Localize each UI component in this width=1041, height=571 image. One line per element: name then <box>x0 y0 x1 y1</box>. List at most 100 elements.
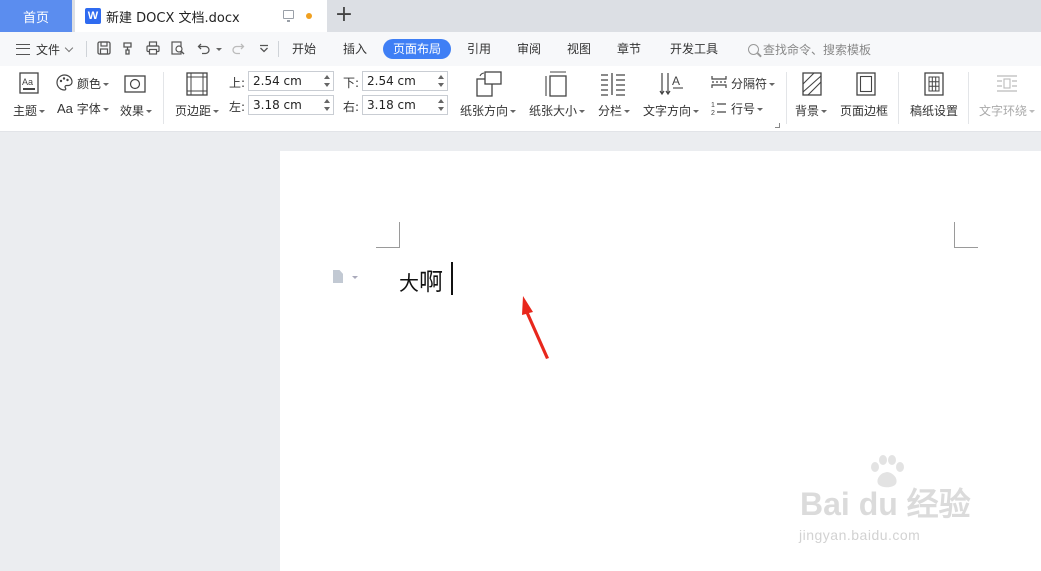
spinner-icon[interactable] <box>438 75 444 88</box>
effects-label: 效果 <box>120 104 145 118</box>
divider <box>786 72 787 124</box>
fonts-icon: Aa <box>57 101 73 116</box>
fonts-label: 字体 <box>76 102 101 116</box>
manuscript-icon[interactable] <box>924 72 944 96</box>
baidu-jingyan-watermark: Bai du 经验 jingyan.baidu.com <box>797 455 997 550</box>
dropdown-arrow-icon <box>579 110 586 113</box>
watermark-url: jingyan.baidu.com <box>799 527 921 543</box>
wps-writer-icon: W <box>85 8 101 24</box>
line-numbers-button[interactable]: 行号 <box>731 100 764 117</box>
search-placeholder: 查找命令、搜索模板 <box>763 42 872 57</box>
line-numbers-icon: 12 <box>711 102 726 116</box>
columns-icon[interactable] <box>600 72 626 96</box>
new-tab-button[interactable]: + <box>334 3 354 27</box>
text-wrap-icon <box>997 75 1017 92</box>
document-tab[interactable]: W 新建 DOCX 文档.docx <box>75 0 327 32</box>
dropdown-arrow-icon <box>510 110 517 113</box>
chevron-down-icon <box>64 43 74 52</box>
home-tab[interactable]: 首页 <box>0 0 72 32</box>
margin-top-input[interactable]: 2.54 cm <box>248 71 334 91</box>
customize-toolbar-icon[interactable] <box>257 41 271 55</box>
spinner-icon[interactable] <box>324 75 330 88</box>
command-search[interactable]: 查找命令、搜索模板 <box>748 39 871 59</box>
page-break-icon <box>711 76 727 88</box>
colors-button[interactable]: 颜色 <box>77 75 110 92</box>
colors-label: 颜色 <box>77 77 102 91</box>
margin-bottom-label: 下: <box>343 76 360 90</box>
margin-right-label: 右: <box>343 100 360 114</box>
dropdown-arrow-icon <box>146 110 153 113</box>
orientation-label: 纸张方向 <box>460 104 509 118</box>
dropdown-arrow-icon <box>102 108 109 111</box>
hamburger-icon <box>16 43 30 55</box>
monitor-icon[interactable] <box>283 10 294 22</box>
orientation-icon[interactable] <box>476 71 502 97</box>
divider <box>898 72 899 124</box>
margins-icon[interactable] <box>186 72 208 96</box>
paragraph-handle-dropdown-icon[interactable] <box>352 276 358 279</box>
print-preview-icon[interactable] <box>171 41 185 55</box>
menu-bar: 文件 开始 插入 页面布局 引用 审阅 视图 章节 开发工具 查找命令、搜索模板 <box>0 32 1041 66</box>
background-icon[interactable] <box>802 72 822 96</box>
theme-button[interactable]: 主题 <box>13 102 46 119</box>
svg-text:2: 2 <box>711 110 715 116</box>
page-border-icon[interactable] <box>856 72 876 96</box>
line-numbers-label: 行号 <box>731 102 756 116</box>
text-direction-button[interactable]: 文字方向 <box>643 102 700 119</box>
format-painter-icon[interactable] <box>121 41 135 55</box>
document-text[interactable]: 大啊 <box>399 262 443 297</box>
manuscript-button[interactable]: 稿纸设置 <box>910 102 958 119</box>
undo-dropdown-icon[interactable] <box>216 48 222 51</box>
margin-left-input[interactable]: 3.18 cm <box>248 95 334 115</box>
orientation-button[interactable]: 纸张方向 <box>460 102 517 119</box>
paper-size-button[interactable]: 纸张大小 <box>529 102 586 119</box>
effects-button[interactable]: 效果 <box>120 102 153 119</box>
fonts-button[interactable]: Aa 字体 <box>57 100 109 117</box>
dropdown-arrow-icon <box>103 83 110 86</box>
dialog-launcher-icon[interactable] <box>775 123 780 128</box>
annotation-arrow <box>522 296 549 359</box>
effects-icon[interactable] <box>124 75 146 93</box>
tab-insert[interactable]: 插入 <box>341 39 369 59</box>
print-icon[interactable] <box>146 41 160 55</box>
tab-page-layout[interactable]: 页面布局 <box>383 39 452 59</box>
save-icon[interactable] <box>97 41 111 55</box>
tab-review[interactable]: 审阅 <box>515 39 543 59</box>
margin-left-value: 3.18 cm <box>253 98 302 112</box>
background-button[interactable]: 背景 <box>795 102 828 119</box>
page-borders-button[interactable]: 页面边框 <box>840 102 888 119</box>
text-wrap-label: 文字环绕 <box>979 104 1028 118</box>
columns-label: 分栏 <box>598 104 623 118</box>
margin-corner-top-left <box>376 222 400 248</box>
redo-icon[interactable] <box>231 41 245 55</box>
margin-left-label: 左: <box>229 100 246 114</box>
theme-icon[interactable]: Aa <box>19 72 39 94</box>
paper-size-label: 纸张大小 <box>529 104 578 118</box>
margin-right-input[interactable]: 3.18 cm <box>362 95 448 115</box>
text-direction-icon[interactable]: A <box>659 72 685 96</box>
spinner-icon[interactable] <box>324 99 330 112</box>
ribbon-toolbar: Aa 主题 颜色 Aa 字体 效果 页边距 上: 2.54 cm 左: 3.18… <box>0 66 1041 132</box>
dropdown-arrow-icon <box>757 108 764 111</box>
spinner-icon[interactable] <box>438 99 444 112</box>
undo-icon[interactable] <box>197 41 211 55</box>
tab-home[interactable]: 开始 <box>290 39 318 59</box>
tab-references[interactable]: 引用 <box>465 39 493 59</box>
tab-developer[interactable]: 开发工具 <box>668 39 720 59</box>
breaks-button[interactable]: 分隔符 <box>731 75 776 92</box>
tab-view[interactable]: 视图 <box>565 39 593 59</box>
margin-bottom-input[interactable]: 2.54 cm <box>362 71 448 91</box>
palette-icon <box>56 74 73 91</box>
margins-button[interactable]: 页边距 <box>175 102 220 119</box>
title-bar: 首页 W 新建 DOCX 文档.docx + <box>0 0 1041 32</box>
paper-size-icon[interactable] <box>545 71 567 97</box>
text-wrap-button: 文字环绕 <box>979 102 1036 119</box>
columns-button[interactable]: 分栏 <box>598 102 631 119</box>
text-caret <box>451 262 453 295</box>
margins-label: 页边距 <box>175 104 212 118</box>
watermark-brand: Bai du 经验 <box>800 486 971 522</box>
tab-section[interactable]: 章节 <box>615 39 643 59</box>
divider <box>278 41 279 57</box>
margin-corner-top-right <box>954 222 978 248</box>
file-menu-button[interactable]: 文件 <box>16 39 74 59</box>
